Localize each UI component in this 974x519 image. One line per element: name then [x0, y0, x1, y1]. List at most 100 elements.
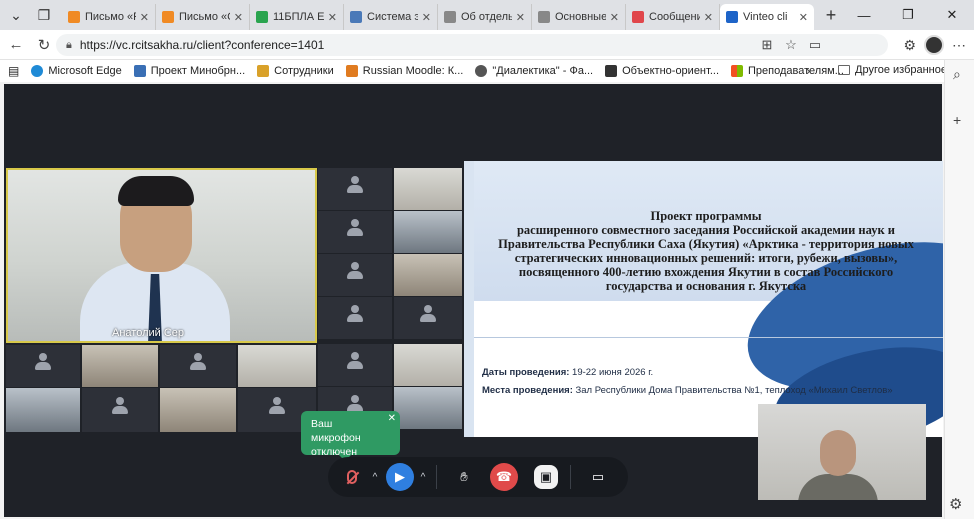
- phone-hangup-icon: ☎︎: [495, 469, 513, 484]
- slide-title-line: Правительства Республики Саха (Якутия) «…: [498, 237, 914, 251]
- bookmark-item[interactable]: Проект Минобрн...: [133, 65, 245, 77]
- participant-tile[interactable]: [394, 168, 462, 210]
- lock-icon[interactable]: 🔒︎: [66, 39, 72, 52]
- participant-tile[interactable]: [318, 254, 392, 296]
- participant-tile[interactable]: [318, 344, 392, 386]
- tab-3[interactable]: 11БПЛА Ежед ✕: [250, 4, 344, 30]
- edge-sidebar: ⌕ +: [944, 60, 974, 519]
- participant-tile[interactable]: [318, 168, 392, 210]
- close-icon[interactable]: ✕: [234, 11, 243, 24]
- chevron-right-icon[interactable]: ›: [806, 63, 810, 78]
- participant-tile[interactable]: [6, 345, 80, 387]
- participant-tile[interactable]: [160, 345, 236, 387]
- minimize-icon[interactable]: —: [842, 0, 886, 30]
- bookmark-label: "Диалектика" - Фа...: [492, 65, 594, 77]
- restore-icon[interactable]: ❐: [886, 0, 930, 30]
- participant-tile[interactable]: [394, 387, 462, 429]
- tab-favicon: [350, 11, 362, 23]
- tab-4[interactable]: Система элек ✕: [344, 4, 438, 30]
- participant-tile[interactable]: [82, 345, 158, 387]
- self-view-video[interactable]: [758, 404, 926, 500]
- video-camera-icon: ▶: [395, 469, 405, 484]
- folder-icon: [838, 65, 850, 75]
- microphone-muted-button[interactable]: [338, 463, 366, 491]
- bookmarks-icon[interactable]: ▤: [8, 64, 19, 78]
- participant-tile[interactable]: [160, 388, 236, 432]
- participant-tile[interactable]: [318, 211, 392, 253]
- participant-tile[interactable]: [318, 297, 392, 339]
- camera-icon[interactable]: ▭: [806, 37, 824, 53]
- participant-tile[interactable]: [238, 345, 316, 387]
- tab-title: Письмо «Re:: [85, 11, 136, 23]
- main-speaker-video[interactable]: Анатолий Сер: [6, 168, 317, 343]
- person-placeholder-icon: [346, 304, 364, 323]
- bookmark-item[interactable]: Преподавателям...: [731, 65, 844, 77]
- participant-tile[interactable]: [394, 211, 462, 253]
- tab-2[interactable]: Письмо «Спа ✕: [156, 4, 250, 30]
- close-icon[interactable]: ✕: [422, 11, 431, 24]
- participant-tile[interactable]: [82, 388, 158, 432]
- close-icon[interactable]: ✕: [610, 11, 619, 24]
- tab-1[interactable]: Письмо «Re: ✕: [62, 4, 156, 30]
- self-head: [820, 430, 856, 476]
- divider: [436, 465, 437, 489]
- bookmark-item[interactable]: Russian Moodle: К...: [345, 65, 463, 77]
- back-arrow-icon[interactable]: ←: [2, 31, 30, 59]
- apps-icon[interactable]: ⊞: [758, 37, 776, 53]
- mic-off-icon: [347, 470, 357, 484]
- hang-up-button[interactable]: ☎︎: [490, 463, 518, 491]
- person-placeholder-icon: [189, 352, 207, 371]
- participant-tile[interactable]: [394, 344, 462, 386]
- favorite-star-icon[interactable]: ☆: [782, 37, 800, 53]
- bookmark-item[interactable]: Microsoft Edge: [31, 65, 122, 77]
- close-icon[interactable]: ✕: [704, 11, 713, 24]
- tab-5[interactable]: Об отдельны ✕: [438, 4, 532, 30]
- participant-tile[interactable]: [394, 254, 462, 296]
- bookmarks-bar: ▤ Microsoft Edge Проект Минобрн... Сотру…: [0, 60, 974, 82]
- tab-favicon: [162, 11, 174, 23]
- tab-6[interactable]: Основные св ✕: [532, 4, 626, 30]
- extensions-icon[interactable]: ⚙︎: [903, 37, 916, 54]
- more-menu-icon[interactable]: ⋯: [952, 37, 966, 54]
- slide-title-line: стратегических инновационных решений: ит…: [514, 251, 898, 265]
- close-icon[interactable]: ✕: [516, 11, 525, 24]
- camera-button[interactable]: ▶: [386, 463, 414, 491]
- bookmark-item[interactable]: Сотрудники: [257, 65, 334, 77]
- other-bookmarks[interactable]: Другое избранное: [838, 64, 947, 76]
- person-placeholder-icon: [34, 352, 52, 371]
- tab-title: Об отдельны: [461, 11, 512, 23]
- bookmark-label: Сотрудники: [274, 65, 334, 77]
- add-plus-icon[interactable]: +: [953, 112, 961, 128]
- screen-share-button[interactable]: ▣: [534, 465, 558, 489]
- close-icon[interactable]: ✕: [140, 11, 149, 24]
- new-tab-plus-icon[interactable]: +: [818, 2, 844, 28]
- close-icon[interactable]: ✕: [799, 11, 808, 24]
- tab-8-active[interactable]: Vinteo cli ✕: [720, 4, 814, 30]
- camera-options-chevron-icon[interactable]: ^: [416, 463, 430, 491]
- refresh-icon[interactable]: ↻: [30, 31, 58, 59]
- settings-gear-icon[interactable]: ⚙: [949, 495, 962, 513]
- mic-options-chevron-icon[interactable]: ^: [368, 463, 382, 491]
- bookmark-item[interactable]: Объектно-ориент...: [605, 65, 719, 77]
- tab-favicon: [68, 11, 80, 23]
- close-window-icon[interactable]: ✕: [930, 0, 974, 30]
- workspaces-icon[interactable]: ❐: [32, 3, 56, 27]
- close-icon[interactable]: ✕: [328, 11, 337, 24]
- raise-hand-button[interactable]: ✋︎: [450, 463, 478, 491]
- search-icon[interactable]: ⌕: [953, 66, 961, 83]
- profile-avatar[interactable]: [924, 35, 944, 55]
- chat-button[interactable]: ▭: [584, 463, 612, 491]
- tab-7[interactable]: Сообщения ✕: [626, 4, 720, 30]
- slide-place-row: Места проведения: Зал Республики Дома Пр…: [482, 382, 893, 400]
- participant-tile[interactable]: [394, 297, 462, 339]
- tab-actions-chevron-icon[interactable]: ⌄: [4, 3, 28, 27]
- browser-tools: ⚙︎ ⋯: [903, 33, 966, 57]
- slide-event-info: Даты проведения: 19-22 июня 2026 г. Мест…: [482, 364, 893, 400]
- tab-title: Письмо «Спа: [179, 11, 230, 23]
- bookmark-item[interactable]: "Диалектика" - Фа...: [475, 65, 593, 77]
- close-icon[interactable]: ✕: [388, 412, 396, 426]
- screen-share-icon: ▣: [539, 469, 553, 484]
- tab-favicon: [256, 11, 268, 23]
- hand-icon: ✋︎: [460, 469, 468, 484]
- participant-tile[interactable]: [6, 388, 80, 432]
